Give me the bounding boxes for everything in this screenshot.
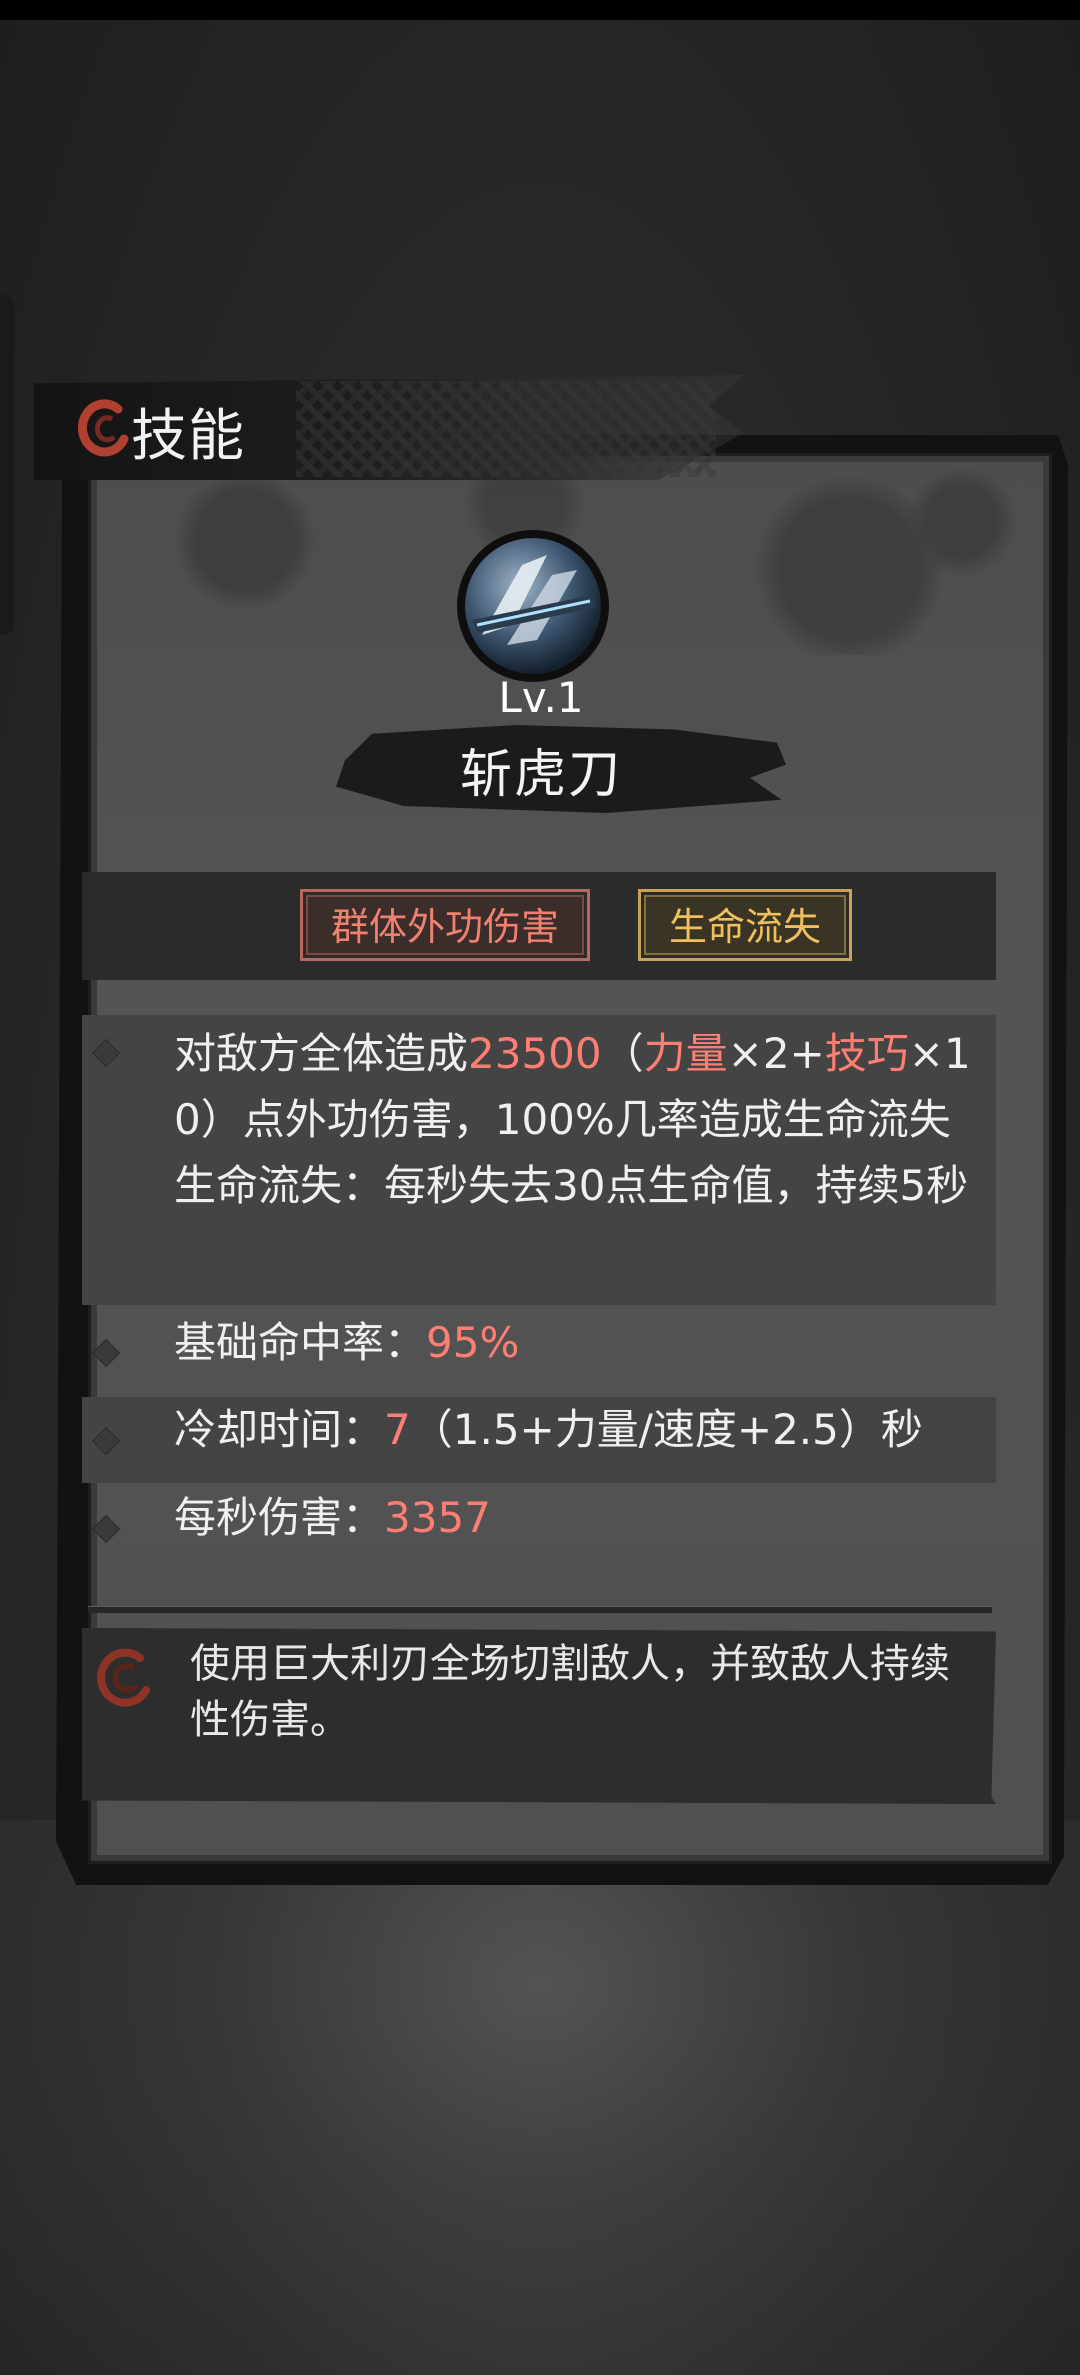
background-ink-fog — [0, 1820, 1080, 2375]
tag-damage-type: 群体外功伤害 — [300, 889, 590, 961]
section-divider — [88, 1606, 992, 1613]
cooldown-label: 冷却时间： — [174, 1405, 385, 1454]
skill-name: 斩虎刀 — [459, 745, 622, 805]
diamond-bullet-icon — [91, 1038, 121, 1068]
attr-skill: 技巧 — [824, 1029, 909, 1078]
status-bar — [0, 0, 1080, 20]
attr-strength: 力量 — [643, 1029, 728, 1078]
skill-panel: 技能 Lv.1 斩虎刀 群体外功伤害 生命流失 对敌方全体造成23500（力量×… — [34, 375, 1068, 1885]
tag-bar: 群体外功伤害 生命流失 — [82, 872, 996, 980]
cooldown-value: 7 — [384, 1405, 411, 1454]
description-box: 使用巨大利刃全场切割敌人，并致敌人持续性伤害。 — [82, 1628, 996, 1804]
description-text: 使用巨大利刃全场切割敌人，并致敌人持续性伤害。 — [190, 1641, 950, 1743]
red-swirl-icon — [78, 399, 129, 457]
blade-slash-icon — [457, 530, 609, 682]
diamond-bullet-icon — [91, 1338, 121, 1368]
side-edge-tab[interactable] — [0, 295, 14, 635]
panel-title: 技能 — [131, 404, 245, 469]
red-swirl-icon — [97, 1648, 150, 1707]
diamond-bullet-icon — [91, 1514, 121, 1544]
hit-rate-label: 基础命中率： — [174, 1318, 427, 1367]
dps-label: 每秒伤害： — [174, 1493, 385, 1542]
dps-value: 3357 — [384, 1493, 491, 1542]
damage-value: 23500 — [468, 1029, 602, 1078]
skill-level: Lv.1 — [498, 673, 584, 722]
tag-effect: 生命流失 — [638, 889, 852, 961]
stat-hit-rate-row: 基础命中率：95% — [82, 1310, 996, 1394]
hit-rate-value: 95% — [426, 1318, 520, 1367]
effect-text: 对敌方全体造成23500（力量×2+技巧×10）点外功伤害，100%几率造成生命… — [174, 1029, 971, 1210]
stat-effect-row: 对敌方全体造成23500（力量×2+技巧×10）点外功伤害，100%几率造成生命… — [82, 1015, 996, 1305]
stat-dps-row: 每秒伤害：3357 — [82, 1485, 996, 1571]
diamond-bullet-icon — [91, 1426, 121, 1456]
cooldown-formula: （1.5+力量/速度+2.5）秒 — [410, 1405, 923, 1454]
banner-pattern — [296, 381, 716, 477]
stat-cooldown-row: 冷却时间：7（1.5+力量/速度+2.5）秒 — [82, 1397, 996, 1483]
